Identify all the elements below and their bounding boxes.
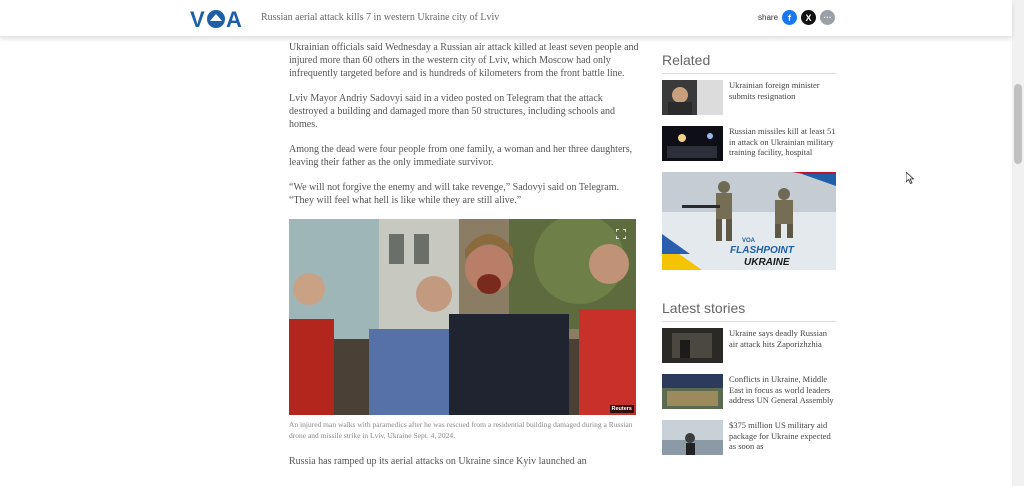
banner-title-line2: UKRAINE	[744, 257, 790, 268]
story-thumbnail[interactable]	[662, 80, 723, 115]
svg-text:V: V	[190, 8, 205, 30]
related-story[interactable]: Ukrainian foreign minister submits resig…	[662, 80, 836, 115]
more-share-button[interactable]: ···	[820, 10, 835, 25]
x-share-button[interactable]: X	[801, 10, 816, 25]
article-body: Ukrainian officials said Wednesday a Rus…	[289, 41, 639, 480]
photo-credit: Reuters	[609, 405, 634, 413]
x-icon: X	[805, 12, 812, 23]
story-headline[interactable]: $375 million US military aid package for…	[729, 420, 836, 455]
more-icon: ···	[823, 13, 832, 22]
flashpoint-ukraine-banner[interactable]: VOA FLASHPOINT UKRAINE	[662, 172, 836, 270]
photo-illustration	[289, 219, 636, 415]
facebook-icon: f	[788, 12, 791, 23]
story-thumbnail[interactable]	[662, 374, 723, 409]
article-paragraph: Russia has ramped up its aerial attacks …	[289, 456, 587, 467]
banner-logo: VOA	[742, 238, 756, 244]
sidebar: Related Ukrainian foreign minister submi…	[662, 52, 836, 466]
latest-stories-heading: Latest stories	[662, 300, 836, 322]
article-photo[interactable]: Reuters	[289, 219, 636, 415]
related-story[interactable]: Russian missiles kill at least 51 in att…	[662, 126, 836, 161]
facebook-share-button[interactable]: f	[782, 10, 797, 25]
thumbnail-image	[662, 420, 723, 455]
svg-text:A: A	[226, 8, 242, 30]
latest-story[interactable]: Ukraine says deadly Russian air attack h…	[662, 328, 836, 363]
header-article-title: Russian aerial attack kills 7 in western…	[261, 12, 500, 23]
article-paragraph: Lviv Mayor Andriy Sadovyi said in a vide…	[289, 93, 616, 130]
related-heading: Related	[662, 52, 836, 74]
banner-title-line1: FLASHPOINT	[730, 245, 795, 256]
mouse-cursor-icon	[906, 172, 914, 184]
latest-story[interactable]: Conflicts in Ukraine, Middle East in foc…	[662, 374, 836, 409]
story-thumbnail[interactable]	[662, 420, 723, 455]
share-label: share	[758, 13, 779, 22]
voa-logo[interactable]: V A	[190, 8, 242, 30]
latest-story[interactable]: $375 million US military aid package for…	[662, 420, 836, 455]
expand-icon[interactable]	[616, 229, 626, 239]
article-paragraph: Among the dead were four people from one…	[289, 144, 633, 168]
story-headline[interactable]: Conflicts in Ukraine, Middle East in foc…	[729, 374, 836, 409]
story-headline[interactable]: Ukrainian foreign minister submits resig…	[729, 80, 836, 115]
article-paragraph: “We will not forgive the enemy and will …	[289, 182, 619, 206]
story-headline[interactable]: Russian missiles kill at least 51 in att…	[729, 126, 836, 161]
site-header: V A Russian aerial attack kills 7 in wes…	[0, 0, 1012, 37]
article-paragraph: Ukrainian officials said Wednesday a Rus…	[289, 42, 639, 79]
scrollbar-thumb[interactable]	[1014, 84, 1022, 164]
thumbnail-image	[662, 126, 723, 161]
photo-caption: An injured man walks with paramedics aft…	[289, 420, 633, 440]
thumbnail-image	[662, 374, 723, 409]
thumbnail-image	[662, 80, 723, 115]
story-thumbnail[interactable]	[662, 126, 723, 161]
thumbnail-image	[662, 328, 723, 363]
page-scrollbar[interactable]	[1012, 0, 1024, 486]
banner-image: VOA FLASHPOINT UKRAINE	[662, 172, 836, 270]
story-headline[interactable]: Ukraine says deadly Russian air attack h…	[729, 328, 836, 363]
story-thumbnail[interactable]	[662, 328, 723, 363]
